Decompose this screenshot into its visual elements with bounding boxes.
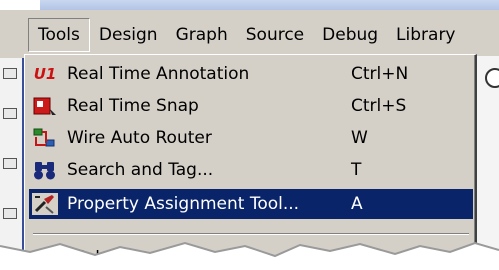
toolbar-button-icon[interactable] — [485, 68, 499, 88]
menu-item-shortcut: Ctrl+S — [351, 96, 407, 116]
menu-item-label: Wire Auto Router — [67, 128, 212, 148]
u1-icon-text: U1 — [33, 65, 57, 83]
property-tool-icon — [31, 192, 59, 216]
wire-router-icon — [31, 126, 59, 150]
u1-annotation-icon: U1 — [31, 62, 59, 86]
menu-item-shortcut: W — [351, 128, 368, 148]
right-toolbar-strip — [474, 56, 499, 270]
menu-item-label: Search and Tag... — [67, 160, 214, 180]
menu-separator — [33, 233, 469, 235]
menu-item-real-time-annotation[interactable]: U1 Real Time Annotation Ctrl+N — [29, 59, 473, 89]
tools-dropdown-menu: U1 Real Time Annotation Ctrl+N Real Time… — [24, 54, 477, 270]
menu-tools[interactable]: Tools — [28, 18, 90, 52]
menu-item-label: Real Time Snap — [67, 96, 199, 116]
menu-item-property-assignment-tool[interactable]: Property Assignment Tool... A — [29, 189, 473, 219]
menu-item-global-partial[interactable]: Global An — [29, 243, 473, 270]
menu-design[interactable]: Design — [90, 19, 167, 51]
left-toolbar-strip — [0, 58, 24, 270]
menu-debug[interactable]: Debug — [313, 19, 387, 51]
menu-item-label: Global An — [67, 248, 150, 268]
menu-library[interactable]: Library — [387, 19, 464, 51]
menu-item-shortcut: T — [351, 160, 362, 180]
toolbar-glyph — [3, 158, 17, 169]
binoculars-icon — [31, 158, 59, 182]
menu-item-search-and-tag[interactable]: Search and Tag... T — [29, 155, 473, 185]
snap-icon — [31, 94, 59, 118]
menu-item-real-time-snap[interactable]: Real Time Snap Ctrl+S — [29, 91, 473, 121]
menu-source[interactable]: Source — [237, 19, 313, 51]
menu-item-wire-auto-router[interactable]: Wire Auto Router W — [29, 123, 473, 153]
toolbar-glyph — [3, 108, 17, 119]
menu-item-label: Property Assignment Tool... — [67, 194, 300, 214]
menu-item-shortcut: A — [351, 194, 363, 214]
menu-graph[interactable]: Graph — [167, 19, 237, 51]
screenshot-stage: Tools Design Graph Source Debug Library … — [0, 0, 499, 270]
menu-bar: Tools Design Graph Source Debug Library — [22, 16, 499, 54]
menu-item-shortcut: Ctrl+N — [351, 64, 409, 84]
toolbar-glyph — [3, 208, 17, 219]
toolbar-glyph — [3, 68, 17, 79]
menu-item-label: Real Time Annotation — [67, 64, 250, 84]
